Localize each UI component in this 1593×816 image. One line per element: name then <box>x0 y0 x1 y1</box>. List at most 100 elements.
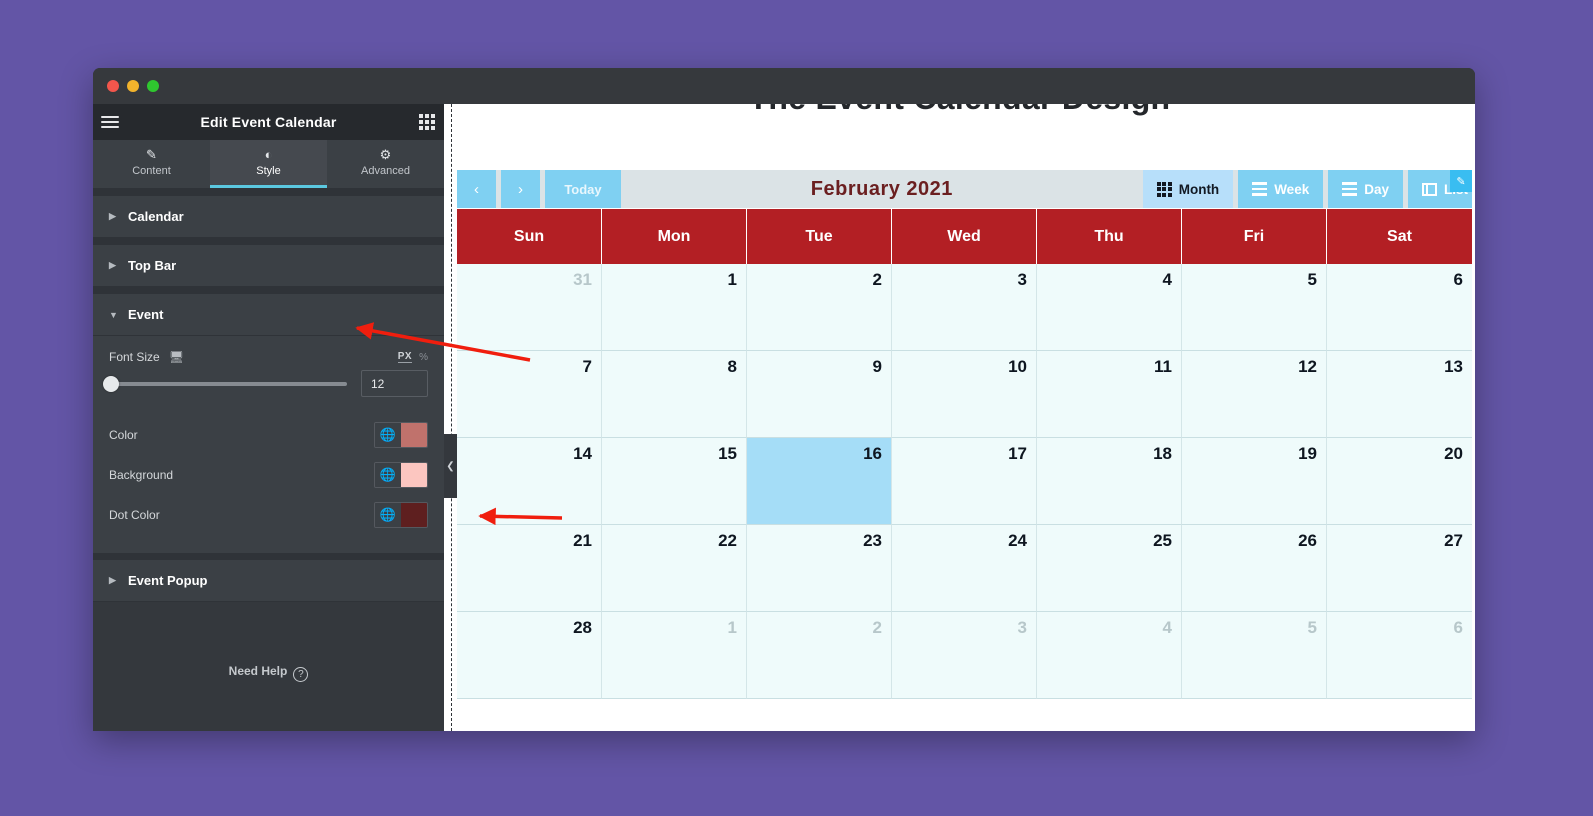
font-size-input[interactable]: 12 <box>361 370 428 397</box>
calendar-day-cell[interactable]: 24 <box>892 525 1037 612</box>
grid-apps-icon[interactable] <box>410 114 444 130</box>
editor-canvas: ❮ The Event Calendar Design ‹ › Today Fe… <box>444 104 1475 731</box>
tab-content[interactable]: ✎ Content <box>93 140 210 188</box>
calendar-day-cell[interactable]: 9 <box>747 351 892 438</box>
calendar-day-cell[interactable]: 2 <box>747 612 892 699</box>
section-event[interactable]: ▼ Event <box>93 294 444 336</box>
font-size-label: Font Size <box>109 350 160 364</box>
calendar-day-cell[interactable]: 26 <box>1182 525 1327 612</box>
event-calendar-widget: ‹ › Today February 2021 Month Week Day ✎… <box>457 170 1472 731</box>
calendar-day-cell[interactable]: 1 <box>602 612 747 699</box>
color-picker-color[interactable]: 🌐 <box>374 422 428 448</box>
calendar-day-cell[interactable]: 8 <box>602 351 747 438</box>
color-swatch-background[interactable] <box>401 463 427 487</box>
calendar-day-cell[interactable]: 12 <box>1182 351 1327 438</box>
calendar-day-cell[interactable]: 5 <box>1182 612 1327 699</box>
need-help-label: Need Help <box>228 664 288 678</box>
calendar-day-cell[interactable]: 3 <box>892 612 1037 699</box>
half-circle-icon: ◐ <box>264 147 273 162</box>
prev-month-button[interactable]: ‹ <box>457 170 496 208</box>
panel-header: Edit Event Calendar <box>93 104 444 140</box>
section-calendar[interactable]: ▶ Calendar <box>93 196 444 238</box>
color-swatch-color[interactable] <box>401 423 427 447</box>
view-week-button[interactable]: Week <box>1238 170 1324 208</box>
weekday-header-sat: Sat <box>1387 227 1412 245</box>
calendar-day-cell[interactable]: 22 <box>602 525 747 612</box>
color-label: Color <box>109 428 138 442</box>
tab-style[interactable]: ◐ Style <box>210 140 327 188</box>
calendar-day-cell[interactable]: 19 <box>1182 438 1327 525</box>
calendar-day-cell[interactable]: 3 <box>892 264 1037 351</box>
color-picker-background[interactable]: 🌐 <box>374 462 428 488</box>
view-day-label: Day <box>1364 181 1389 197</box>
calendar-day-cell[interactable]: 2 <box>747 264 892 351</box>
section-event-body: Font Size 🖥 PX % 12 Color 🌐 Background 🌐… <box>93 336 444 553</box>
calendar-day-cell[interactable]: 23 <box>747 525 892 612</box>
calendar-day-cell[interactable]: 6 <box>1327 612 1472 699</box>
browser-window: Edit Event Calendar ✎ Content ◐ Style ⚙ … <box>93 68 1475 731</box>
need-help-link[interactable]: Need Help? <box>93 664 444 682</box>
color-swatch-dot-color[interactable] <box>401 503 427 527</box>
slider-handle[interactable] <box>103 375 119 392</box>
weekday-header-thu: Thu <box>1037 209 1182 264</box>
calendar-month-title: February 2021 <box>810 177 953 200</box>
weekday-header-tue: Tue <box>747 209 892 264</box>
window-close-button[interactable] <box>107 80 119 92</box>
calendar-day-cell[interactable]: 7 <box>457 351 602 438</box>
calendar-day-cell[interactable]: 18 <box>1037 438 1182 525</box>
hamburger-icon[interactable] <box>93 113 127 131</box>
globe-icon[interactable]: 🌐 <box>375 503 401 527</box>
calendar-day-cell[interactable]: 13 <box>1327 351 1472 438</box>
calendar-day-cell[interactable]: 4 <box>1037 264 1182 351</box>
event-background-row: Background 🌐 <box>109 455 428 495</box>
section-event-label: Event <box>128 307 164 322</box>
color-picker-dot-color[interactable]: 🌐 <box>374 502 428 528</box>
calendar-day-cell[interactable]: 20 <box>1327 438 1472 525</box>
calendar-day-cell[interactable]: 10 <box>892 351 1037 438</box>
window-titlebar <box>93 68 1475 104</box>
desktop-monitor-icon[interactable]: 🖥 <box>169 350 184 364</box>
section-guide-line <box>451 104 452 731</box>
lines-day-icon <box>1342 179 1358 199</box>
next-month-button[interactable]: › <box>501 170 540 208</box>
font-size-slider[interactable] <box>103 375 347 392</box>
panel-collapse-handle[interactable]: ❮ <box>444 434 457 498</box>
event-color-row: Color 🌐 <box>109 415 428 455</box>
panel-divider <box>93 287 444 294</box>
grid-month-icon <box>1156 181 1172 197</box>
tab-content-label: Content <box>132 165 171 177</box>
calendar-day-cell[interactable]: 28 <box>457 612 602 699</box>
today-button[interactable]: Today <box>545 170 621 208</box>
section-top-bar[interactable]: ▶ Top Bar <box>93 245 444 287</box>
view-day-button[interactable]: Day <box>1328 170 1403 208</box>
calendar-day-cell[interactable]: 14 <box>457 438 602 525</box>
calendar-day-cell[interactable]: 11 <box>1037 351 1182 438</box>
calendar-day-cell[interactable]: 27 <box>1327 525 1472 612</box>
calendar-day-cell[interactable]: 21 <box>457 525 602 612</box>
panel-divider <box>93 553 444 560</box>
calendar-day-cell[interactable]: 5 <box>1182 264 1327 351</box>
pencil-edit-icon[interactable]: ✎ <box>1450 170 1472 192</box>
font-size-control-row: Font Size 🖥 PX % <box>109 350 428 364</box>
globe-icon[interactable]: 🌐 <box>375 463 401 487</box>
unit-px-toggle[interactable]: PX <box>397 351 413 363</box>
weekday-header-wed: Wed <box>892 209 1037 264</box>
weekday-header-fri: Fri <box>1182 209 1327 264</box>
pencil-icon: ✎ <box>146 147 157 162</box>
calendar-day-cell[interactable]: 15 <box>602 438 747 525</box>
window-maximize-button[interactable] <box>147 80 159 92</box>
calendar-day-cell[interactable]: 6 <box>1327 264 1472 351</box>
globe-icon[interactable]: 🌐 <box>375 423 401 447</box>
section-event-popup[interactable]: ▶ Event Popup <box>93 560 444 602</box>
view-month-button[interactable]: Month <box>1142 170 1234 208</box>
unit-percent-toggle[interactable]: % <box>419 352 428 363</box>
tab-advanced[interactable]: ⚙ Advanced <box>327 140 444 188</box>
page-title: The Event Calendar Design <box>444 104 1475 117</box>
calendar-day-cell[interactable]: 17 <box>892 438 1037 525</box>
window-minimize-button[interactable] <box>127 80 139 92</box>
calendar-day-cell[interactable]: 1 <box>602 264 747 351</box>
calendar-day-cell[interactable]: 16 <box>747 438 892 525</box>
calendar-day-cell[interactable]: 31 <box>457 264 602 351</box>
calendar-day-cell[interactable]: 25 <box>1037 525 1182 612</box>
calendar-day-cell[interactable]: 4 <box>1037 612 1182 699</box>
